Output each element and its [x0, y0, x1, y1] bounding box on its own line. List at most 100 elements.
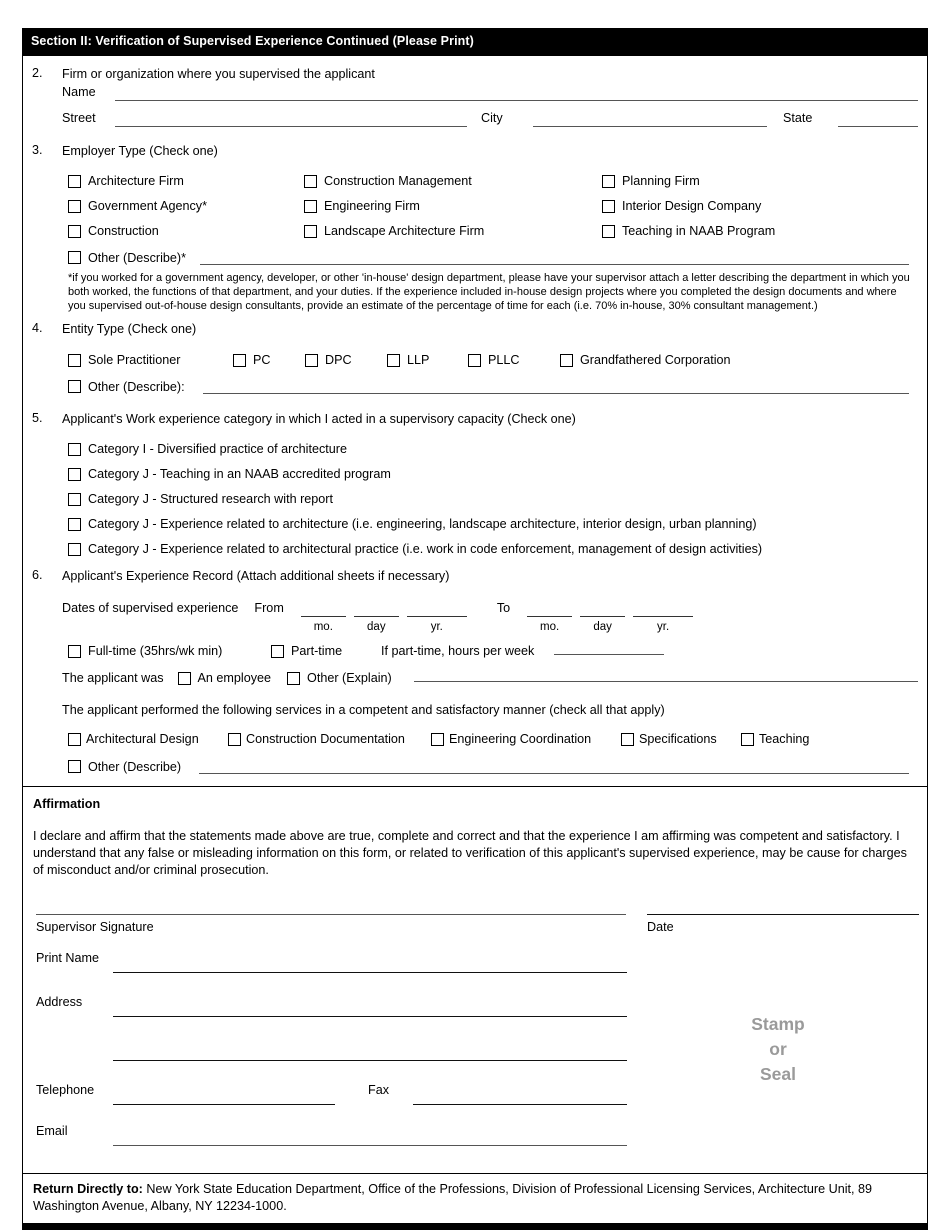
- work-category-option[interactable]: Category I - Diversified practice of arc…: [68, 442, 918, 456]
- firm-city-input[interactable]: [533, 110, 767, 127]
- employer-type-option[interactable]: Engineering Firm: [304, 199, 602, 213]
- fax-label: Fax: [368, 1083, 389, 1098]
- checkbox-landscape-architecture-firm[interactable]: [304, 224, 317, 238]
- checkbox-employer-type-other[interactable]: [68, 250, 81, 264]
- checkbox-engineering-coordination[interactable]: [431, 733, 444, 747]
- checkbox-category-j-teaching[interactable]: [68, 467, 81, 481]
- service-option[interactable]: Architectural Design: [68, 733, 228, 747]
- checkbox-architecture-firm[interactable]: [68, 174, 81, 188]
- to-month[interactable]: mo.: [527, 601, 573, 635]
- parttime-option[interactable]: Part-time: [271, 644, 381, 658]
- checkbox-construction[interactable]: [68, 224, 81, 238]
- from-day[interactable]: day: [353, 601, 399, 635]
- entity-type-option[interactable]: Grandfathered Corporation: [560, 353, 918, 367]
- firm-state-input[interactable]: [838, 110, 918, 127]
- checkbox-part-time[interactable]: [271, 644, 284, 658]
- item-4-title: Entity Type (Check one): [62, 321, 197, 336]
- entity-type-option[interactable]: DPC: [305, 353, 387, 367]
- telephone-input[interactable]: [113, 1104, 335, 1106]
- checkbox-architectural-design[interactable]: [68, 733, 81, 747]
- employer-type-option[interactable]: Interior Design Company: [602, 199, 918, 213]
- checkbox-construction-management[interactable]: [304, 174, 317, 188]
- service-option[interactable]: Construction Documentation: [228, 733, 431, 747]
- option-label: Specifications: [639, 732, 717, 747]
- dates-label: Dates of supervised experience: [62, 600, 239, 615]
- from-month[interactable]: mo.: [300, 601, 346, 635]
- checkbox-other-explain[interactable]: [287, 671, 301, 685]
- address-input-line-1[interactable]: [113, 1016, 627, 1018]
- checkbox-construction-documentation[interactable]: [228, 733, 241, 747]
- service-option[interactable]: Specifications: [621, 732, 741, 747]
- to-year[interactable]: yr.: [633, 601, 694, 635]
- other-explain-input[interactable]: [413, 681, 918, 683]
- checkbox-full-time[interactable]: [68, 644, 81, 658]
- service-option[interactable]: Engineering Coordination: [431, 733, 621, 747]
- fulltime-option[interactable]: Full-time (35hrs/wk min): [68, 644, 271, 658]
- option-label: Architecture Firm: [88, 173, 184, 188]
- form-body-frame: 2. Firm or organization where you superv…: [22, 55, 928, 787]
- checkbox-services-other[interactable]: [68, 760, 81, 774]
- employee-option[interactable]: An employee: [177, 671, 271, 685]
- entity-type-other-label: Other (Describe):: [88, 380, 185, 395]
- other-explain-option[interactable]: Other (Explain): [287, 671, 392, 685]
- work-category-option[interactable]: Category J - Experience related to archi…: [68, 517, 918, 531]
- from-year[interactable]: yr.: [406, 601, 467, 635]
- checkbox-specifications[interactable]: [621, 733, 634, 747]
- employer-type-option[interactable]: Architecture Firm: [68, 173, 304, 188]
- checkbox-category-j-related-architecture[interactable]: [68, 517, 81, 531]
- checkbox-interior-design-company[interactable]: [602, 199, 615, 213]
- checkbox-teaching[interactable]: [741, 733, 754, 747]
- entity-type-other-input[interactable]: [202, 379, 909, 394]
- checkbox-category-i-diversified[interactable]: [68, 442, 81, 456]
- employer-type-other-input[interactable]: [199, 250, 909, 265]
- service-option[interactable]: Teaching: [741, 732, 918, 747]
- checkbox-entity-type-other[interactable]: [68, 379, 81, 393]
- checkbox-teaching-naab[interactable]: [602, 224, 615, 238]
- item-2: 2. Firm or organization where you superv…: [23, 66, 927, 82]
- fax-input[interactable]: [413, 1104, 627, 1106]
- employer-type-option[interactable]: Planning Firm: [602, 174, 918, 188]
- email-input[interactable]: [113, 1145, 627, 1147]
- checkbox-government-agency[interactable]: [68, 199, 81, 213]
- checkbox-category-j-related-practice[interactable]: [68, 542, 81, 556]
- checkbox-engineering-firm[interactable]: [304, 199, 317, 213]
- entity-type-option[interactable]: PLLC: [468, 353, 560, 367]
- employer-type-option[interactable]: Construction Management: [304, 174, 602, 188]
- services-other-input[interactable]: [199, 759, 909, 775]
- item-3-number: 3.: [32, 142, 43, 157]
- entity-type-option[interactable]: LLP: [387, 353, 468, 367]
- firm-street-input[interactable]: [115, 110, 467, 127]
- option-label: Teaching: [759, 732, 810, 747]
- entity-type-option[interactable]: PC: [233, 353, 305, 367]
- hours-per-week-input[interactable]: [554, 654, 665, 656]
- option-label: Category J - Structured research with re…: [88, 492, 333, 507]
- checkbox-dpc[interactable]: [305, 353, 318, 367]
- employer-type-option[interactable]: Landscape Architecture Firm: [304, 224, 602, 238]
- checkbox-grandfathered-corporation[interactable]: [560, 353, 573, 367]
- checkbox-llp[interactable]: [387, 353, 400, 367]
- checkbox-planning-firm[interactable]: [602, 174, 615, 188]
- checkbox-pc[interactable]: [233, 353, 246, 367]
- work-category-option[interactable]: Category J - Structured research with re…: [68, 492, 918, 507]
- from-label: From: [254, 600, 284, 615]
- checkbox-sole-practitioner[interactable]: [68, 353, 81, 367]
- option-label: Teaching in NAAB Program: [622, 223, 776, 238]
- checkbox-category-j-research[interactable]: [68, 492, 81, 506]
- employer-type-other-label: Other (Describe)*: [88, 251, 186, 266]
- checkbox-pllc[interactable]: [468, 353, 481, 367]
- supervisor-signature-input[interactable]: [36, 914, 626, 916]
- work-category-option[interactable]: Category J - Experience related to archi…: [68, 542, 918, 556]
- firm-name-input[interactable]: [115, 84, 918, 101]
- employer-type-option[interactable]: Construction: [68, 224, 304, 238]
- work-category-option[interactable]: Category J - Teaching in an NAAB accredi…: [68, 467, 918, 481]
- to-day[interactable]: day: [580, 601, 626, 635]
- item-5: 5. Applicant's Work experience category …: [23, 411, 927, 427]
- checkbox-an-employee[interactable]: [177, 671, 191, 685]
- employer-type-option[interactable]: Teaching in NAAB Program: [602, 223, 918, 238]
- date-input[interactable]: [647, 914, 919, 916]
- address-input-line-2[interactable]: [113, 1060, 627, 1062]
- print-name-input[interactable]: [113, 972, 627, 974]
- employer-type-option[interactable]: Government Agency*: [68, 199, 304, 213]
- entity-type-option[interactable]: Sole Practitioner: [68, 353, 233, 367]
- from-year-label: yr.: [430, 620, 443, 633]
